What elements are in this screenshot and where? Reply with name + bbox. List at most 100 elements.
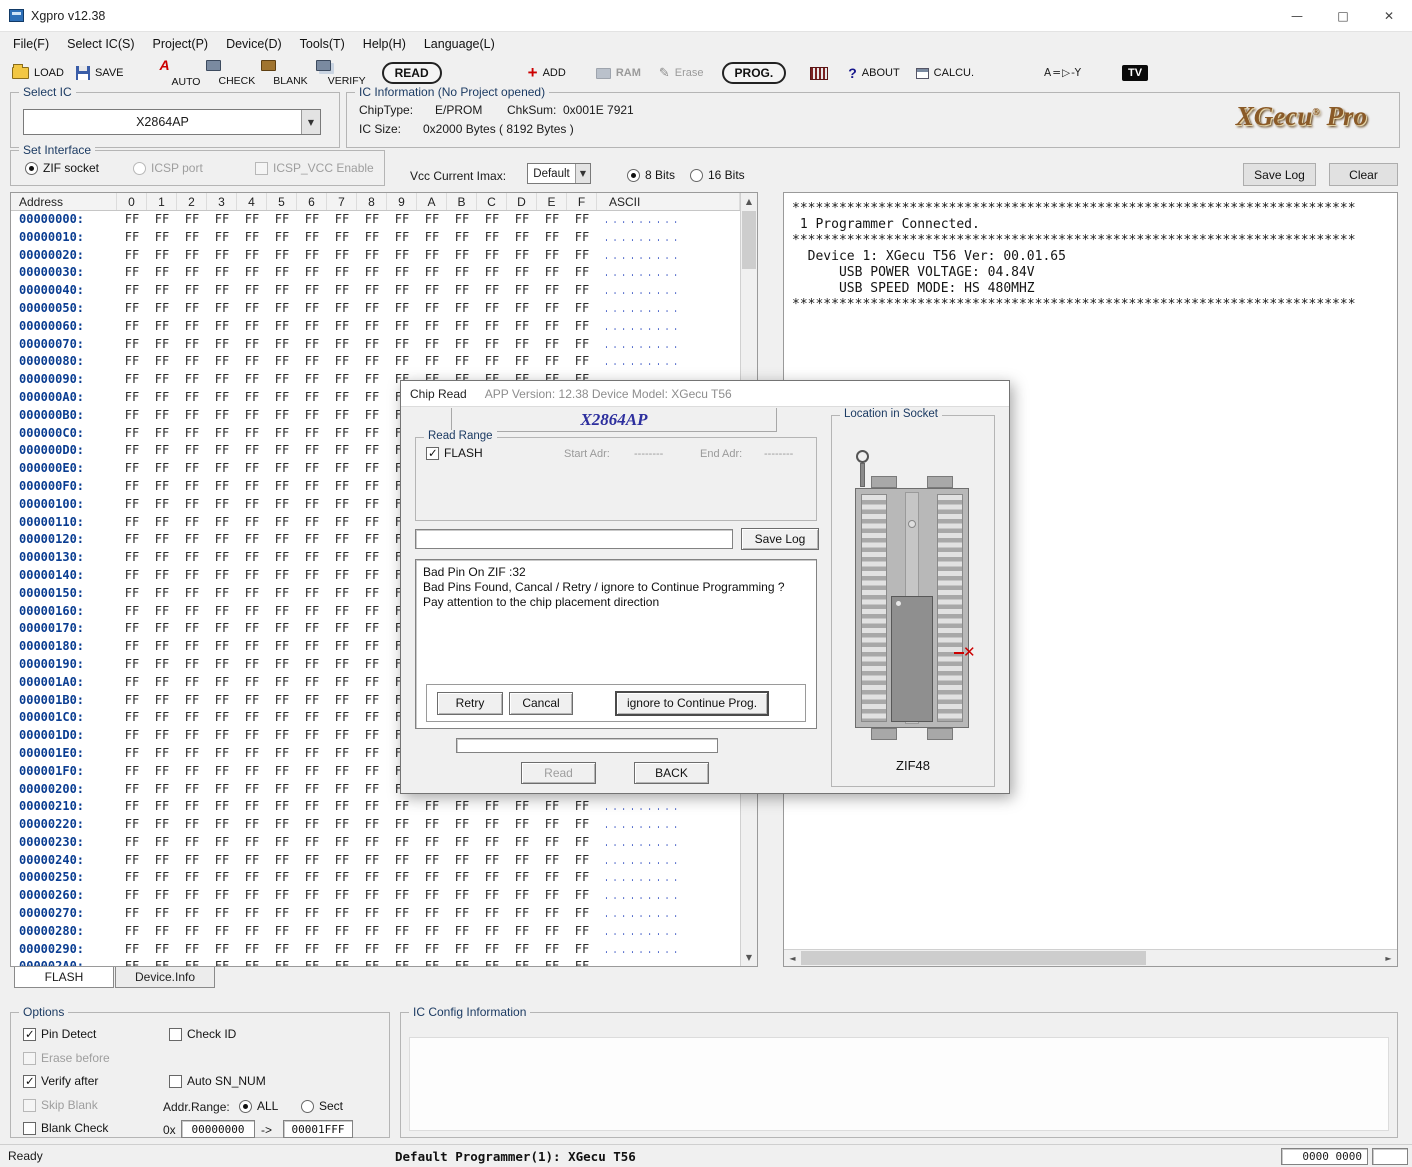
hex-byte[interactable]: FF	[207, 371, 237, 389]
hex-byte[interactable]: FF	[327, 549, 357, 567]
hex-byte[interactable]: FF	[177, 211, 207, 229]
hex-byte[interactable]: FF	[327, 229, 357, 247]
hex-byte[interactable]: FF	[177, 709, 207, 727]
hex-byte[interactable]: FF	[177, 336, 207, 354]
hex-byte[interactable]: FF	[327, 336, 357, 354]
hex-byte[interactable]: FF	[447, 211, 477, 229]
hex-byte[interactable]: FF	[357, 247, 387, 265]
hex-byte[interactable]: FF	[207, 958, 237, 966]
hex-byte[interactable]: FF	[117, 336, 147, 354]
hex-byte[interactable]: FF	[297, 371, 327, 389]
hex-byte[interactable]: FF	[147, 745, 177, 763]
hex-byte[interactable]: FF	[267, 425, 297, 443]
hex-byte[interactable]: FF	[387, 282, 417, 300]
hex-byte[interactable]: FF	[387, 958, 417, 966]
hex-byte[interactable]: FF	[507, 300, 537, 318]
hex-byte[interactable]: FF	[537, 282, 567, 300]
hex-byte[interactable]: FF	[267, 264, 297, 282]
hex-byte[interactable]: FF	[567, 229, 597, 247]
hex-byte[interactable]: FF	[357, 620, 387, 638]
hex-byte[interactable]: FF	[267, 905, 297, 923]
hex-byte[interactable]: FF	[237, 834, 267, 852]
hex-byte[interactable]: FF	[297, 442, 327, 460]
hex-byte[interactable]: FF	[147, 603, 177, 621]
hex-byte[interactable]: FF	[537, 887, 567, 905]
hex-byte[interactable]: FF	[267, 300, 297, 318]
hex-byte[interactable]: FF	[147, 229, 177, 247]
hex-byte[interactable]: FF	[357, 887, 387, 905]
hex-byte[interactable]: FF	[387, 300, 417, 318]
hex-byte[interactable]: FF	[177, 887, 207, 905]
hex-byte[interactable]: FF	[267, 852, 297, 870]
hex-byte[interactable]: FF	[447, 282, 477, 300]
icsp-vcc-checkbox[interactable]: ICSP_VCC Enable	[255, 161, 374, 175]
hex-byte[interactable]: FF	[537, 852, 567, 870]
hex-byte[interactable]: FF	[207, 620, 237, 638]
hex-byte[interactable]: FF	[507, 869, 537, 887]
hex-byte[interactable]: FF	[267, 638, 297, 656]
hex-byte[interactable]: FF	[507, 834, 537, 852]
menu-item[interactable]: Tools(T)	[291, 34, 354, 54]
hex-byte[interactable]: FF	[117, 852, 147, 870]
hex-byte[interactable]: FF	[237, 763, 267, 781]
hex-byte[interactable]: FF	[237, 816, 267, 834]
hex-byte[interactable]: FF	[267, 834, 297, 852]
hex-byte[interactable]: FF	[207, 336, 237, 354]
menu-item[interactable]: Help(H)	[354, 34, 415, 54]
hex-byte[interactable]: FF	[237, 656, 267, 674]
check-button[interactable]: CHECK	[206, 60, 255, 87]
hex-byte[interactable]: FF	[117, 958, 147, 966]
hex-byte[interactable]: FF	[207, 781, 237, 799]
hex-byte[interactable]: FF	[147, 264, 177, 282]
hex-byte[interactable]: FF	[297, 692, 327, 710]
hex-byte[interactable]: FF	[267, 549, 297, 567]
hex-byte[interactable]: FF	[267, 211, 297, 229]
save-button[interactable]: SAVE	[76, 66, 124, 80]
about-button[interactable]: ?ABOUT	[848, 65, 899, 81]
hex-byte[interactable]: FF	[177, 389, 207, 407]
icsp-port-radio[interactable]: ICSP port	[133, 161, 203, 175]
hex-byte[interactable]: FF	[177, 407, 207, 425]
hex-byte[interactable]: FF	[357, 745, 387, 763]
hex-byte[interactable]: FF	[117, 478, 147, 496]
hex-byte[interactable]: FF	[267, 941, 297, 959]
hex-byte[interactable]: FF	[267, 531, 297, 549]
hex-byte[interactable]: FF	[237, 336, 267, 354]
hex-byte[interactable]: FF	[297, 353, 327, 371]
retry-button[interactable]: Retry	[437, 692, 503, 715]
hex-byte[interactable]: FF	[297, 781, 327, 799]
hex-byte[interactable]: FF	[297, 727, 327, 745]
hex-byte[interactable]: FF	[147, 496, 177, 514]
minimize-button[interactable]: —	[1274, 0, 1320, 32]
hex-byte[interactable]: FF	[237, 300, 267, 318]
hex-byte[interactable]: FF	[147, 336, 177, 354]
hex-byte[interactable]: FF	[567, 905, 597, 923]
hex-byte[interactable]: FF	[357, 371, 387, 389]
hex-byte[interactable]: FF	[297, 318, 327, 336]
hex-byte[interactable]: FF	[357, 425, 387, 443]
hex-byte[interactable]: FF	[267, 514, 297, 532]
hex-byte[interactable]: FF	[177, 442, 207, 460]
hex-byte[interactable]: FF	[327, 460, 357, 478]
hex-byte[interactable]: FF	[147, 798, 177, 816]
hex-byte[interactable]: FF	[207, 709, 237, 727]
hex-byte[interactable]: FF	[177, 603, 207, 621]
hex-byte[interactable]: FF	[237, 282, 267, 300]
hex-byte[interactable]: FF	[507, 318, 537, 336]
hex-byte[interactable]: FF	[297, 620, 327, 638]
hex-byte[interactable]: FF	[327, 656, 357, 674]
hex-byte[interactable]: FF	[297, 816, 327, 834]
hex-byte[interactable]: FF	[207, 247, 237, 265]
hex-byte[interactable]: FF	[147, 425, 177, 443]
hex-byte[interactable]: FF	[207, 353, 237, 371]
chevron-down-icon[interactable]: ▼	[575, 164, 590, 183]
hex-byte[interactable]: FF	[357, 958, 387, 966]
hex-byte[interactable]: FF	[207, 318, 237, 336]
back-button[interactable]: BACK	[634, 762, 709, 784]
hex-byte[interactable]: FF	[177, 745, 207, 763]
hex-byte[interactable]: FF	[447, 923, 477, 941]
hex-byte[interactable]: FF	[237, 478, 267, 496]
hex-byte[interactable]: FF	[117, 514, 147, 532]
hex-byte[interactable]: FF	[447, 887, 477, 905]
hex-byte[interactable]: FF	[537, 798, 567, 816]
